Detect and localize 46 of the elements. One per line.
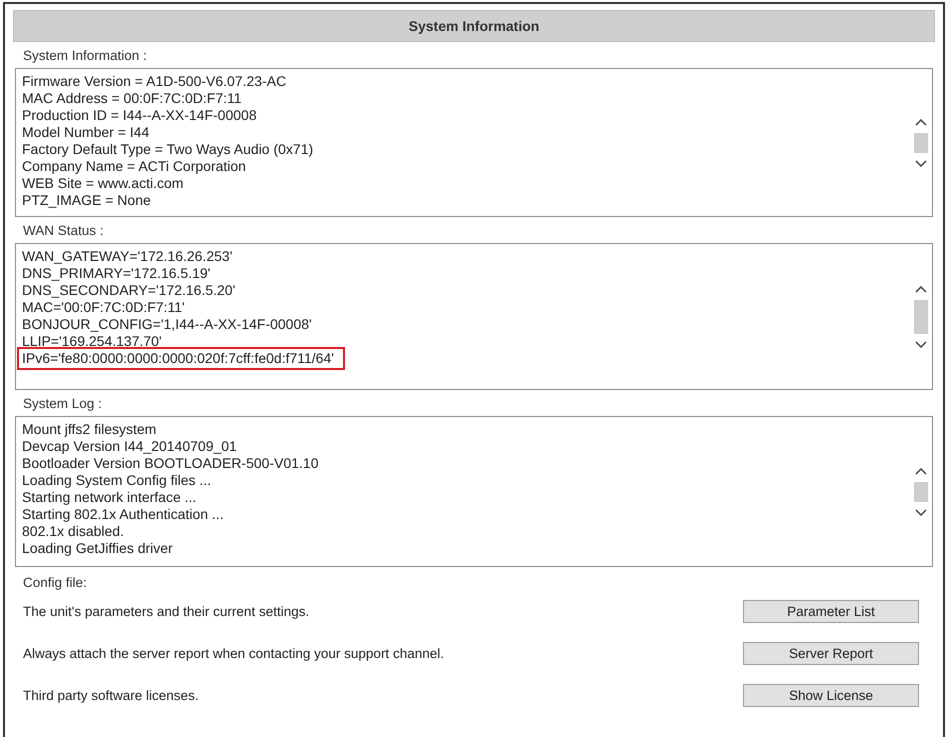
text-line: PTZ_IMAGE = None	[21, 192, 152, 209]
text-line: Devcap Version I44_20140709_01	[21, 438, 238, 455]
section-label: System Log :	[22, 395, 103, 413]
scrollbar-thumb[interactable]	[914, 132, 928, 152]
text-line: 802.1x disabled.	[21, 523, 125, 540]
scroll-down-icon[interactable]	[914, 340, 928, 350]
text-line: Starting network interface ...	[21, 489, 198, 506]
config-button[interactable]: Parameter List	[743, 600, 919, 622]
text-line: Factory Default Type = Two Ways Audio (0x71)	[21, 141, 314, 158]
text-area[interactable]	[15, 243, 933, 390]
scroll-down-icon[interactable]	[914, 158, 928, 168]
text-area[interactable]	[15, 68, 933, 217]
text-line: MAC Address = 00:0F:7C:0D:F7:11	[21, 90, 243, 107]
text-line: Firmware Version = A1D-500-V6.07.23-AC	[21, 73, 288, 90]
scroll-up-icon[interactable]	[914, 466, 928, 476]
text-area[interactable]	[15, 416, 933, 567]
scroll-up-icon[interactable]	[914, 116, 928, 126]
text-line: WEB Site = www.acti.com	[21, 175, 184, 192]
scroll-up-icon[interactable]	[914, 284, 928, 294]
text-line: Production ID = I44--A-XX-14F-00008	[21, 107, 258, 124]
section-label: System Information :	[22, 47, 148, 65]
text-line: Bootloader Version BOOTLOADER-500-V01.10	[21, 455, 320, 472]
section-label: WAN Status :	[22, 222, 105, 240]
text-line: Mount jffs2 filesystem	[21, 421, 158, 438]
scrollbar-thumb[interactable]	[914, 482, 928, 502]
config-button[interactable]: Show License	[743, 684, 919, 706]
text-line: Company Name = ACTi Corporation	[21, 158, 247, 175]
text-line: Loading System Config files ...	[21, 472, 212, 489]
config-description: Third party software licenses.	[23, 688, 199, 702]
text-line: Model Number = I44	[21, 124, 150, 141]
text-line: DNS_PRIMARY='172.16.5.19'	[21, 265, 212, 282]
config-description: Always attach the server report when contacting your support channel.	[23, 646, 444, 660]
panel-title: System Information	[13, 10, 935, 42]
config-button[interactable]: Server Report	[743, 642, 919, 664]
text-line: DNS_SECONDARY='172.16.5.20'	[21, 282, 236, 299]
scrollbar-thumb[interactable]	[914, 300, 928, 334]
highlighted-line: IPv6='fe80:0000:0000:0000:020f:7cff:fe0d:f711/64'	[20, 350, 342, 367]
text-line: WAN_GATEWAY='172.16.26.253'	[21, 248, 234, 265]
config-description: The unit's parameters and their current settings.	[23, 604, 310, 618]
text-line: Starting 802.1x Authentication ...	[21, 506, 225, 523]
text-line: Loading GetJiffies driver	[21, 540, 174, 557]
text-line: BONJOUR_CONFIG='1,I44--A-XX-14F-00008'	[21, 316, 313, 333]
config-file-label: Config file:	[22, 574, 88, 590]
scroll-down-icon[interactable]	[914, 508, 928, 518]
text-line: MAC='00:0F:7C:0D:F7:11'	[21, 299, 186, 316]
text-line: LLIP='169.254.137.70'	[21, 333, 163, 350]
